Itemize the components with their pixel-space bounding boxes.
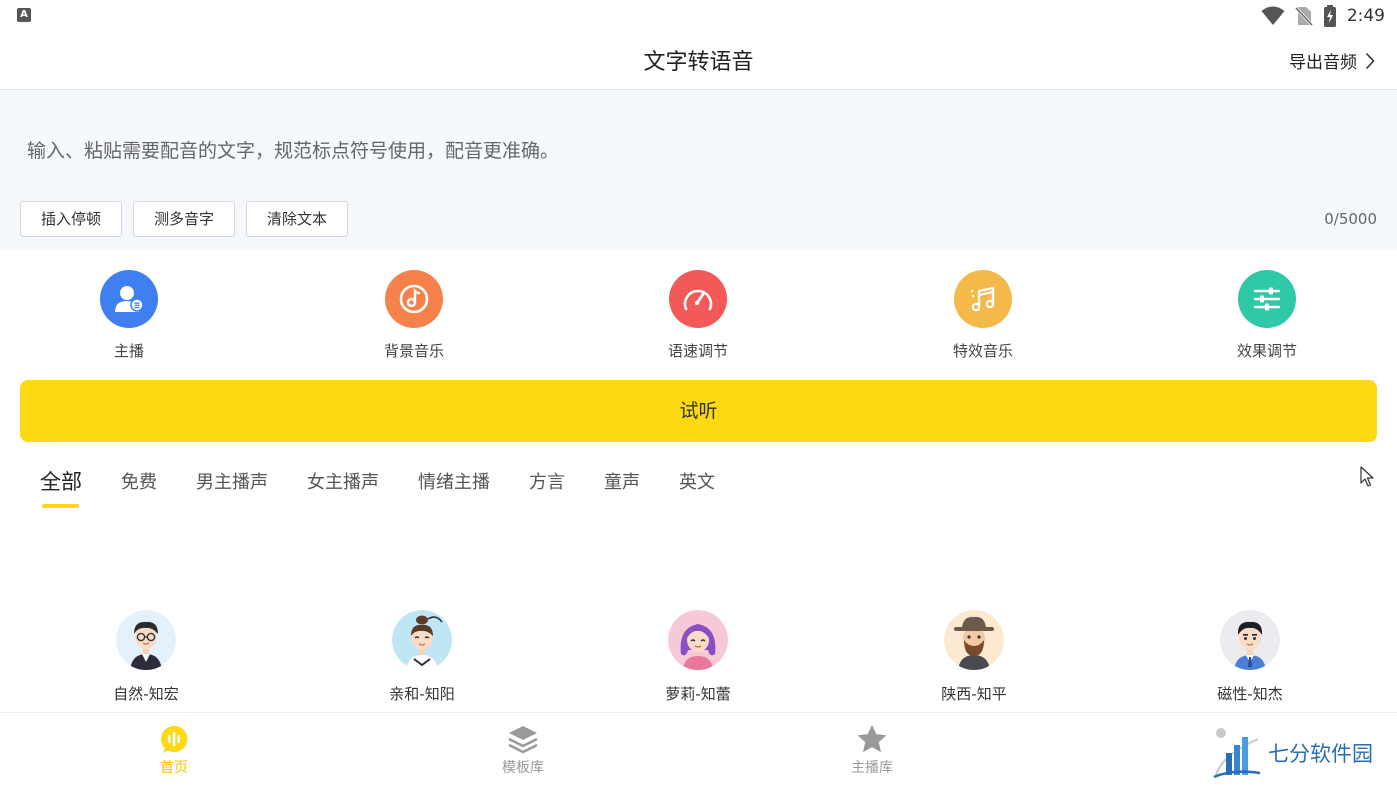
feature-speed[interactable]: 语速调节 (638, 268, 758, 361)
star-icon (856, 723, 888, 755)
tab-free[interactable]: 免费 (121, 468, 157, 496)
voice-name: 亲和-知阳 (389, 685, 455, 703)
voice-card[interactable]: 自然-知宏 (76, 610, 216, 704)
text-editor[interactable]: 输入、粘贴需要配音的文字，规范标点符号使用，配音更准确。 插入停顿 测多音字 清… (0, 90, 1397, 250)
voice-name: 自然-知宏 (113, 685, 179, 703)
voice-name: 萝莉-知蕾 (665, 685, 731, 703)
nav-label: 主播库 (851, 760, 893, 776)
tab-male-voice[interactable]: 男主播声 (196, 468, 268, 496)
avatar (668, 610, 728, 670)
voice-name: 磁性-知杰 (1217, 685, 1283, 703)
avatar (116, 610, 176, 670)
char-counter: 0/5000 (1324, 210, 1377, 228)
feature-label: 主播 (113, 342, 144, 360)
tab-female-voice[interactable]: 女主播声 (307, 468, 379, 496)
watermark: 七分软件园 (1212, 724, 1392, 782)
listen-button[interactable]: 试听 (20, 380, 1377, 442)
nav-home[interactable]: 首页 (114, 723, 234, 777)
tab-emotion[interactable]: 情绪主播 (418, 468, 490, 496)
voice-name: 陕西-知平 (941, 685, 1007, 703)
feature-effect-adjust[interactable]: 效果调节 (1207, 268, 1327, 361)
category-tabs: 全部 免费 男主播声 女主播声 情绪主播 方言 童声 英文 (40, 466, 754, 508)
music-disc-icon (385, 270, 443, 328)
home-mic-icon (158, 723, 190, 755)
avatar (944, 610, 1004, 670)
tab-all[interactable]: 全部 (40, 466, 82, 508)
music-note-icon (954, 270, 1012, 328)
nav-templates[interactable]: 模板库 (463, 723, 583, 777)
mouse-cursor-icon (1360, 466, 1374, 487)
voice-list: 自然-知宏 亲和-知阳 萝莉-知蕾 陕西-知平 磁性-知杰 (0, 610, 1397, 710)
text-input-placeholder[interactable]: 输入、粘贴需要配音的文字，规范标点符号使用，配音更准确。 (27, 136, 559, 163)
nav-anchors[interactable]: 主播库 (812, 723, 932, 777)
feature-row: 主播 背景音乐 语速调节 特效音乐 效果调节 (0, 268, 1397, 368)
tab-label: 全部 (40, 470, 82, 494)
voice-card[interactable]: 磁性-知杰 (1180, 610, 1320, 704)
bottom-nav: 首页 模板库 主播库 (0, 712, 1397, 786)
no-sim-icon (1294, 6, 1313, 26)
status-icons: 2:49 (1261, 5, 1385, 27)
tab-child[interactable]: 童声 (604, 468, 640, 496)
export-audio-button[interactable]: 导出音频 (1289, 48, 1375, 73)
feature-label: 特效音乐 (952, 342, 1013, 360)
wifi-icon (1261, 6, 1285, 25)
insert-pause-button[interactable]: 插入停顿 (20, 201, 123, 237)
feature-label: 语速调节 (667, 342, 728, 360)
app-header: 文字转语音 导出音频 (0, 32, 1397, 90)
status-bar: A 2:49 (0, 0, 1397, 32)
speed-gauge-icon (669, 270, 727, 328)
feature-label: 背景音乐 (383, 342, 444, 360)
clock: 2:49 (1346, 6, 1385, 26)
watermark-text: 七分软件园 (1268, 742, 1373, 766)
anchor-icon (100, 270, 158, 328)
notification-icon: A (17, 8, 31, 22)
feature-background-music[interactable]: 背景音乐 (354, 268, 474, 361)
voice-card[interactable]: 萝莉-知蕾 (628, 610, 768, 704)
avatar (392, 610, 452, 670)
active-tab-indicator (42, 504, 79, 508)
page-title: 文字转语音 (643, 50, 754, 75)
sliders-icon (1238, 270, 1296, 328)
voice-card[interactable]: 陕西-知平 (904, 610, 1044, 704)
export-audio-label: 导出音频 (1289, 53, 1357, 73)
battery-icon (1323, 5, 1336, 27)
nav-label: 首页 (160, 760, 188, 776)
chevron-right-icon (1365, 52, 1375, 69)
avatar (1220, 610, 1280, 670)
feature-label: 效果调节 (1236, 342, 1297, 360)
feature-anchor[interactable]: 主播 (69, 268, 189, 361)
layers-icon (507, 723, 539, 755)
editor-toolbar: 插入停顿 测多音字 清除文本 (20, 201, 349, 237)
watermark-logo-icon (1213, 728, 1261, 779)
feature-effect-music[interactable]: 特效音乐 (923, 268, 1043, 361)
tab-english[interactable]: 英文 (679, 468, 715, 496)
nav-label: 模板库 (502, 760, 544, 776)
clear-text-button[interactable]: 清除文本 (246, 201, 349, 237)
tab-dialect[interactable]: 方言 (529, 468, 565, 496)
voice-card[interactable]: 亲和-知阳 (352, 610, 492, 704)
polyphone-check-button[interactable]: 测多音字 (133, 201, 236, 237)
